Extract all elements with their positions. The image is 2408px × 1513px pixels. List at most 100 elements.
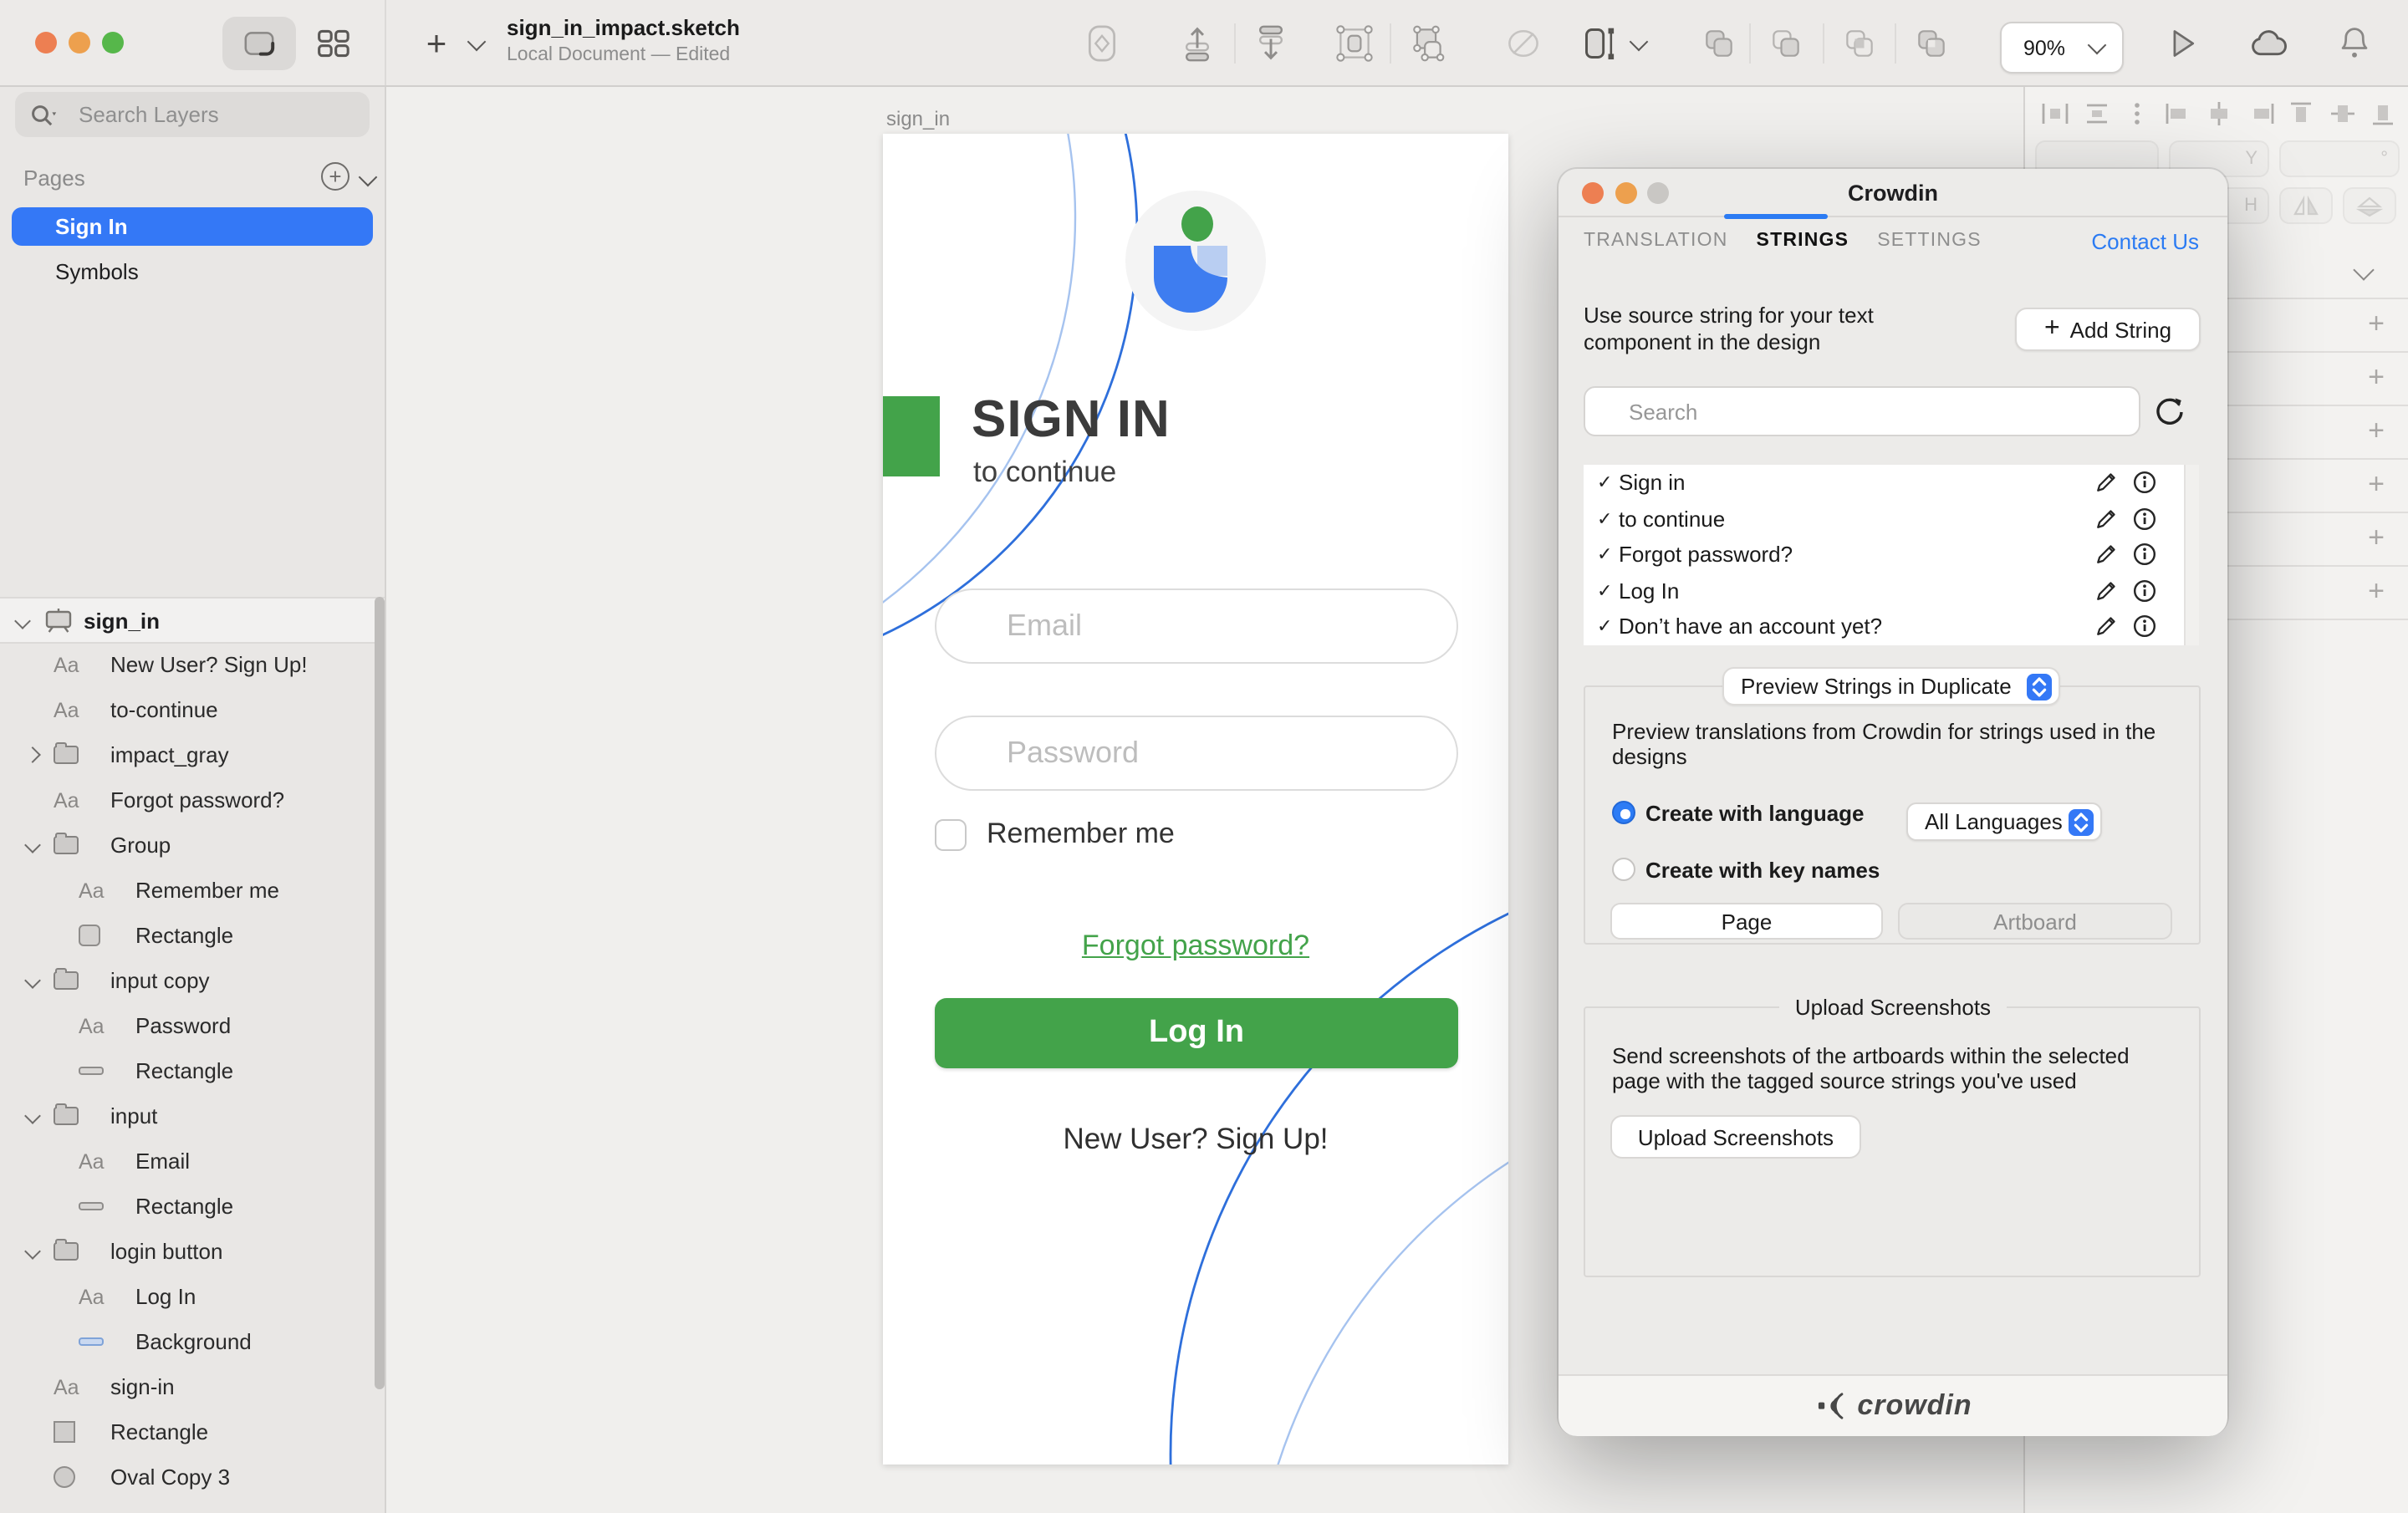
password-field[interactable] xyxy=(935,716,1458,791)
pages-collapse-chevron[interactable] xyxy=(359,168,378,187)
edit-pencil-icon[interactable] xyxy=(2094,614,2119,639)
preview-strings-dropdown[interactable]: Preview Strings in Duplicate xyxy=(1722,667,2060,706)
info-icon[interactable] xyxy=(2132,543,2157,568)
edit-pencil-icon[interactable] xyxy=(2094,507,2119,532)
zoom-traffic-light[interactable] xyxy=(102,32,124,53)
email-field[interactable] xyxy=(935,588,1458,664)
layer-row[interactable]: Email xyxy=(0,1139,385,1184)
string-row[interactable]: ✓ to continue xyxy=(1584,501,2197,537)
strings-list-scrollbar[interactable] xyxy=(2184,465,2199,645)
layer-row[interactable]: Password xyxy=(0,1003,385,1048)
align-top-icon[interactable] xyxy=(2284,99,2318,129)
page-item-symbols[interactable]: Symbols xyxy=(12,252,373,291)
tab-translation[interactable]: TRANSLATION xyxy=(1584,231,1728,251)
align-middle-icon[interactable] xyxy=(2325,99,2359,129)
layer-row[interactable]: Rectangle xyxy=(0,1409,385,1454)
insert-shape-button[interactable] xyxy=(1079,17,1125,70)
layer-row[interactable]: to-continue xyxy=(0,687,385,732)
preview-play-button[interactable] xyxy=(2161,17,2204,70)
layer-chevron[interactable] xyxy=(27,1110,54,1122)
layer-row[interactable]: Remember me xyxy=(0,868,385,913)
string-search-input[interactable] xyxy=(1584,386,2140,436)
cloud-sync-button[interactable] xyxy=(2246,17,2293,70)
info-icon[interactable] xyxy=(2132,471,2157,496)
add-style-button[interactable]: + xyxy=(2363,311,2390,338)
page-item-sign-in[interactable]: Sign In xyxy=(12,207,373,246)
log-in-button[interactable]: Log In xyxy=(935,998,1458,1068)
move-backward-button[interactable] xyxy=(1247,17,1294,70)
rotate-button[interactable] xyxy=(1500,17,1547,70)
info-icon[interactable] xyxy=(2132,507,2157,532)
create-with-key-names-radio[interactable] xyxy=(1612,858,1635,881)
crowdin-titlebar[interactable]: Crowdin xyxy=(1559,169,2227,217)
all-languages-dropdown[interactable]: All Languages xyxy=(1906,802,2102,841)
layer-row[interactable]: Oval Copy 3 xyxy=(0,1454,385,1500)
sidebar-scrollbar[interactable] xyxy=(375,597,385,1389)
refresh-icon[interactable] xyxy=(2154,396,2186,428)
insert-button[interactable]: + xyxy=(415,17,458,70)
search-layers-input[interactable] xyxy=(15,92,370,137)
layer-row[interactable]: input xyxy=(0,1093,385,1139)
grid-view-button[interactable] xyxy=(306,17,360,70)
layer-chevron[interactable] xyxy=(27,749,54,761)
add-blur-button[interactable]: + xyxy=(2363,578,2390,605)
edit-pencil-icon[interactable] xyxy=(2094,543,2119,568)
add-string-button[interactable]: + Add String xyxy=(2015,308,2201,351)
insert-menu-chevron[interactable] xyxy=(462,17,492,70)
flip-vertical-button[interactable] xyxy=(2343,187,2396,224)
tidy-icon[interactable] xyxy=(2120,99,2154,129)
ungroup-button[interactable] xyxy=(1403,17,1450,70)
page-button[interactable]: Page xyxy=(1610,903,1883,940)
artboard-button[interactable]: Artboard xyxy=(1898,903,2172,940)
add-inner-shadow-button[interactable]: + xyxy=(2363,525,2390,552)
edit-pencil-icon[interactable] xyxy=(2094,471,2119,496)
align-center-horizontal-icon[interactable] xyxy=(2202,99,2236,129)
layer-row[interactable]: Log In xyxy=(0,1274,385,1319)
resize-button[interactable] xyxy=(1579,17,1622,70)
upload-screenshots-button[interactable]: Upload Screenshots xyxy=(1610,1115,1861,1159)
move-forward-button[interactable] xyxy=(1174,17,1221,70)
notifications-button[interactable] xyxy=(2331,17,2378,70)
close-traffic-light[interactable] xyxy=(35,32,57,53)
rotation-field[interactable]: ° xyxy=(2279,140,2400,177)
zoom-level-select[interactable]: 90% xyxy=(2000,22,2124,74)
distribute-vertically-icon[interactable] xyxy=(2079,99,2113,129)
resize-menu-chevron[interactable] xyxy=(1625,17,1652,70)
add-shadow-button[interactable]: + xyxy=(2363,471,2390,498)
boolean-union-button[interactable] xyxy=(1696,17,1742,70)
tab-strings[interactable]: STRINGS xyxy=(1757,231,1849,251)
layer-row[interactable]: login button xyxy=(0,1229,385,1274)
layer-row[interactable]: input copy xyxy=(0,958,385,1003)
add-border-button[interactable]: + xyxy=(2363,418,2390,445)
artboard-layer-row[interactable]: sign_in xyxy=(0,597,385,644)
layer-chevron[interactable] xyxy=(27,1246,54,1257)
info-icon[interactable] xyxy=(2132,614,2157,639)
layer-row[interactable]: Rectangle xyxy=(0,1048,385,1093)
string-row[interactable]: ✓ Log In xyxy=(1584,573,2197,609)
layer-row[interactable]: New User? Sign Up! xyxy=(0,642,385,687)
layer-chevron[interactable] xyxy=(27,975,54,986)
align-left-icon[interactable] xyxy=(2161,99,2195,129)
forgot-password-link[interactable]: Forgot password? xyxy=(883,930,1508,963)
remember-me-checkbox[interactable] xyxy=(935,818,967,850)
align-bottom-icon[interactable] xyxy=(2366,99,2400,129)
create-with-language-radio[interactable] xyxy=(1612,801,1635,824)
layer-chevron[interactable] xyxy=(27,839,54,851)
layer-row[interactable]: Rectangle xyxy=(0,913,385,958)
string-row[interactable]: ✓ Forgot password? xyxy=(1584,537,2197,573)
artboard-canvas-label[interactable]: sign_in xyxy=(886,107,950,130)
layer-row[interactable]: impact_gray xyxy=(0,732,385,777)
string-row[interactable]: ✓ Sign in xyxy=(1584,465,2197,501)
sign-up-text[interactable]: New User? Sign Up! xyxy=(883,1122,1508,1157)
toggle-canvas-view-button[interactable] xyxy=(222,17,296,70)
string-row[interactable]: ✓ Don’t have an account yet? xyxy=(1584,609,2197,644)
layer-row[interactable]: Forgot password? xyxy=(0,777,385,823)
info-icon[interactable] xyxy=(2132,578,2157,604)
layer-row[interactable]: Rectangle xyxy=(0,1184,385,1229)
artboard-sign-in[interactable]: SIGN IN to continue Remember me Forgot p… xyxy=(883,134,1508,1465)
layer-row[interactable]: Group xyxy=(0,823,385,868)
edit-pencil-icon[interactable] xyxy=(2094,578,2119,604)
distribute-horizontally-icon[interactable] xyxy=(2038,99,2072,129)
contact-us-link[interactable]: Contact Us xyxy=(2091,229,2199,254)
layer-row[interactable]: Background xyxy=(0,1319,385,1364)
